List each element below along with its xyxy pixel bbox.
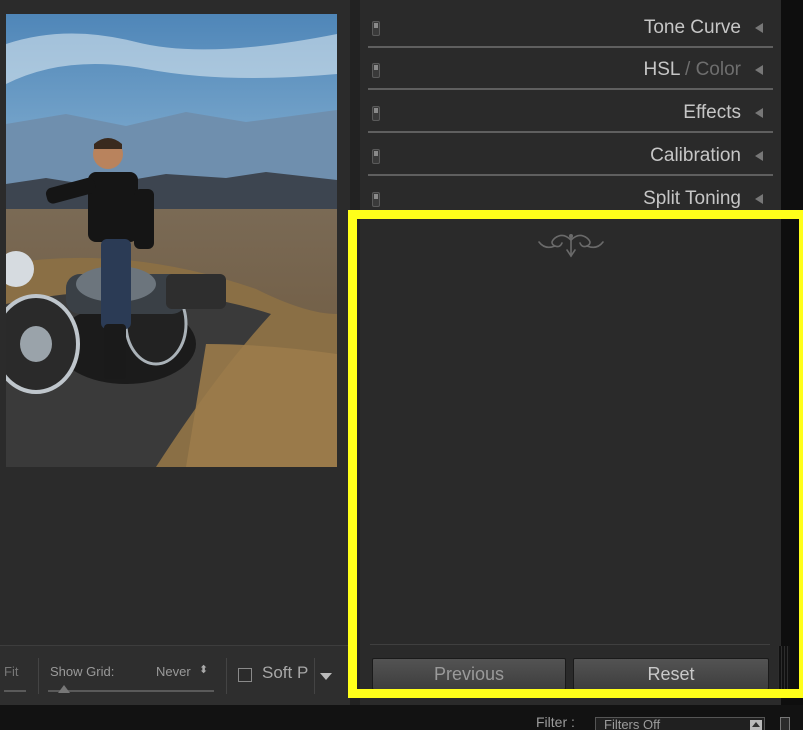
section-title[interactable]: Tone Curve [644, 17, 741, 39]
filter-label: Filter : [536, 714, 575, 730]
section-title[interactable]: Calibration [650, 145, 741, 167]
collapse-triangle-icon[interactable] [755, 23, 763, 33]
panel-track: Tone Curve HSL / Color Effects Calibrati… [360, 0, 781, 705]
filter-lock-switch[interactable] [780, 717, 790, 730]
panel-switch-icon[interactable] [372, 149, 380, 164]
panel-section-tone-curve[interactable]: Tone Curve [360, 10, 781, 48]
slider-thumb-icon[interactable] [58, 685, 70, 693]
hsl-tab[interactable]: HSL [643, 59, 679, 80]
toolbar-divider [226, 658, 227, 694]
section-title[interactable]: Split Toning [643, 188, 741, 210]
photo-motorcycle-rider [6, 14, 337, 467]
zoom-fit-label[interactable]: Fit [4, 664, 18, 679]
collapse-triangle-icon[interactable] [755, 151, 763, 161]
bottom-toolbar: Fit Show Grid: Never ⬍ Soft P [0, 645, 350, 705]
photo-preview[interactable] [6, 14, 337, 467]
toolbar-divider [314, 658, 315, 694]
panel-scrollbar[interactable] [781, 0, 803, 705]
zoom-slider-track[interactable] [4, 690, 26, 692]
panel-switch-icon[interactable] [372, 106, 380, 121]
panel-end-ornament-icon [538, 234, 604, 258]
previous-button[interactable]: Previous [372, 658, 566, 690]
image-canvas[interactable] [0, 0, 350, 645]
panel-switch-icon[interactable] [372, 192, 380, 207]
collapse-triangle-icon[interactable] [755, 108, 763, 118]
section-title[interactable]: Effects [683, 102, 741, 124]
section-divider [368, 46, 773, 48]
toolbar-menu-caret-icon[interactable] [320, 673, 332, 680]
panel-section-calibration[interactable]: Calibration [360, 138, 781, 176]
panel-section-split-toning[interactable]: Split Toning [360, 181, 781, 219]
select-arrows-icon[interactable]: ⬍ [199, 663, 208, 676]
panel-switch-icon[interactable] [372, 21, 380, 36]
color-tab[interactable]: / Color [680, 59, 741, 80]
filter-value[interactable]: Filters Off [604, 717, 660, 730]
section-title[interactable]: HSL / Color [643, 59, 741, 81]
collapse-triangle-icon[interactable] [755, 194, 763, 204]
reset-button[interactable]: Reset [573, 658, 769, 690]
panel-section-hsl-color[interactable]: HSL / Color [360, 52, 781, 90]
grid-size-slider[interactable] [48, 690, 214, 692]
collapse-triangle-icon[interactable] [755, 65, 763, 75]
panel-end-area [360, 222, 781, 646]
section-divider [368, 131, 773, 133]
show-grid-label: Show Grid: [50, 664, 115, 679]
soft-proofing-label[interactable]: Soft P [262, 663, 308, 683]
panel-section-effects[interactable]: Effects [360, 95, 781, 133]
panel-switch-icon[interactable] [372, 63, 380, 78]
toolbar-divider [38, 658, 39, 694]
filter-select[interactable]: Filters Off [595, 717, 765, 730]
scroll-grip-icon[interactable] [778, 646, 790, 690]
dropdown-caret-icon[interactable] [750, 720, 762, 730]
develop-right-panel: Tone Curve HSL / Color Effects Calibrati… [350, 0, 803, 705]
section-divider [368, 174, 773, 176]
soft-proofing-checkbox[interactable] [238, 668, 252, 682]
show-grid-select[interactable]: Never [156, 664, 191, 679]
filmstrip-header: Filter : Filters Off [0, 705, 803, 730]
panel-footer-divider [370, 644, 770, 645]
section-divider [368, 88, 773, 90]
